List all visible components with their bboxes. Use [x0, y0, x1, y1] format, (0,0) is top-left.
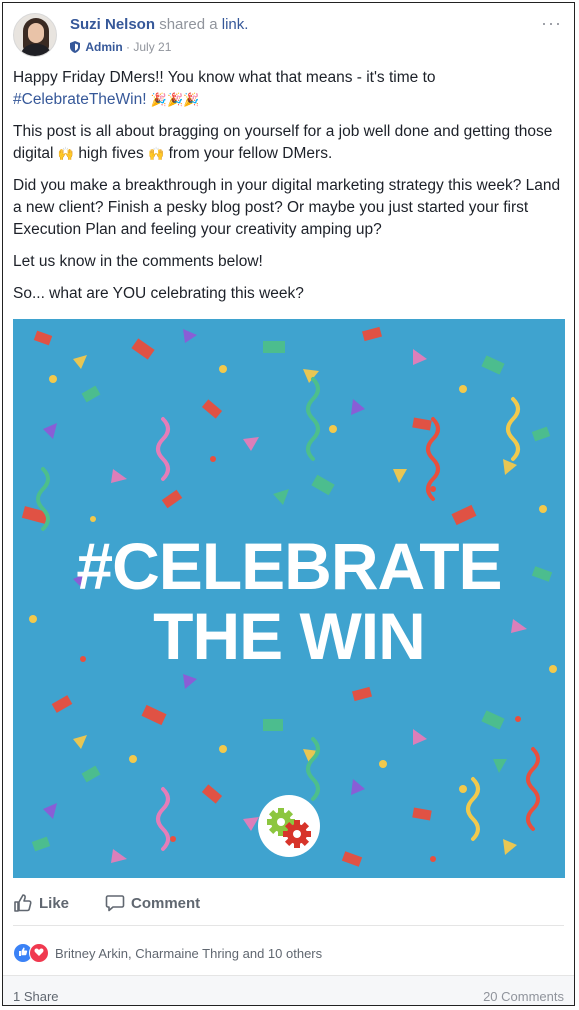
post-actions: Like Comment	[13, 885, 564, 926]
post-date[interactable]: July 21	[133, 40, 171, 54]
raised-hands-icon: 🙌	[148, 146, 165, 161]
paragraph-4: Let us know in the comments below!	[13, 253, 263, 270]
like-label: Like	[39, 894, 70, 912]
thumbs-up-icon	[14, 894, 32, 912]
comment-bubble-icon	[105, 895, 125, 912]
party-popper-icon: 🎉🎉🎉	[150, 92, 200, 107]
meta-separator: ·	[122, 40, 134, 54]
post-card: Suzi Nelson shared a link. Admin · July …	[2, 2, 575, 1006]
headline-line-1: #CELEBRATE	[76, 529, 502, 603]
avatar[interactable]	[13, 13, 57, 57]
love-reaction-icon	[29, 943, 49, 963]
shares-count[interactable]: 1 Share	[13, 989, 59, 1004]
gears-logo	[258, 795, 320, 857]
role-badge: Admin	[85, 40, 123, 54]
like-button[interactable]: Like	[13, 893, 69, 913]
comment-label: Comment	[131, 894, 201, 912]
shield-icon	[70, 41, 80, 53]
comments-count[interactable]: 20 Comments	[483, 989, 564, 1004]
reactions-text: Britney Arkin, Charmaine Thring and 10 o…	[55, 945, 323, 961]
post-footer: 1 Share 20 Comments	[3, 975, 574, 1005]
post-meta: Admin · July 21	[70, 40, 171, 54]
headline-line-2: THE WIN	[153, 599, 426, 673]
more-options-icon[interactable]: ···	[541, 13, 562, 34]
raised-hands-icon: 🙌	[57, 146, 74, 161]
author-name[interactable]: Suzi Nelson	[70, 16, 155, 33]
post-header: Suzi Nelson shared a link. Admin · July …	[13, 13, 564, 63]
post-body: Happy Friday DMers!! You know what that …	[13, 67, 561, 315]
paragraph-3: Did you make a breakthrough in your digi…	[13, 177, 561, 238]
paragraph-2: This post is all about bragging on yours…	[13, 121, 561, 165]
reactions-summary[interactable]: Britney Arkin, Charmaine Thring and 10 o…	[13, 941, 564, 965]
comment-button[interactable]: Comment	[105, 893, 200, 913]
link-preview-image[interactable]: #CELEBRATE THE WIN	[13, 319, 565, 878]
author-line: Suzi Nelson shared a link.	[70, 16, 248, 33]
hashtag-link[interactable]: #CelebrateTheWin!	[13, 91, 147, 108]
paragraph-1: Happy Friday DMers!! You know what that …	[13, 67, 561, 111]
paragraph-5: So... what are YOU celebrating this week…	[13, 285, 304, 302]
shared-link[interactable]: link.	[222, 16, 249, 33]
share-verb: shared a	[159, 16, 218, 33]
